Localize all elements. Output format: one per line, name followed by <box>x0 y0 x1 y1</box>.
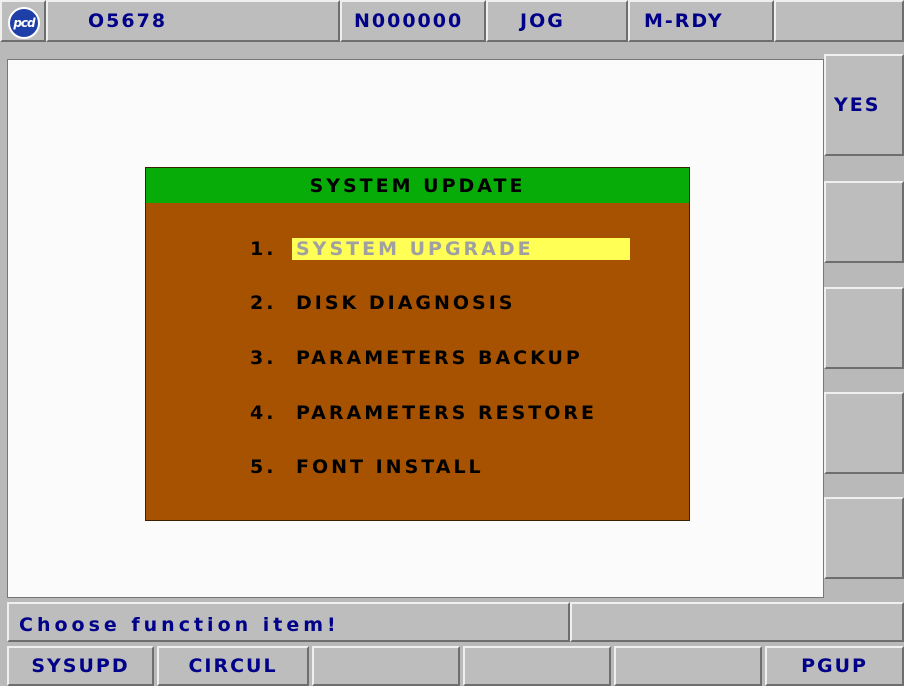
message-line-extra <box>570 602 904 642</box>
menu-item-label: PARAMETERS RESTORE <box>296 402 597 424</box>
softkey-yes[interactable]: YES <box>824 54 904 156</box>
softkey-bottom-3[interactable] <box>312 646 460 686</box>
menu-item-number: 3. <box>250 347 277 369</box>
softkey-right-4[interactable] <box>824 392 904 474</box>
menu-item-number: 2. <box>250 292 277 314</box>
program-number: O5678 <box>46 0 340 42</box>
system-update-dialog: SYSTEM UPDATE 1. SYSTEM UPGRADE 2. DISK … <box>145 167 690 521</box>
menu-item-system-upgrade[interactable]: 1. SYSTEM UPGRADE <box>250 235 630 263</box>
menu-item-parameters-restore[interactable]: 4. PARAMETERS RESTORE <box>250 399 601 427</box>
menu-item-number: 5. <box>250 456 277 478</box>
menu-item-label: DISK DIAGNOSIS <box>296 292 516 314</box>
message-line: Choose function item! <box>7 602 570 642</box>
menu-item-label: FONT INSTALL <box>296 456 484 478</box>
softkey-right-2[interactable] <box>824 181 904 263</box>
machine-status: M-RDY <box>628 0 774 42</box>
dialog-title: SYSTEM UPDATE <box>146 168 689 203</box>
pcd-logo-icon: pcd <box>8 7 40 39</box>
menu-item-number: 4. <box>250 402 277 424</box>
menu-item-label: SYSTEM UPGRADE <box>292 238 630 260</box>
softkey-bottom-5[interactable] <box>614 646 762 686</box>
softkey-bottom-4[interactable] <box>463 646 611 686</box>
menu-item-label: PARAMETERS BACKUP <box>296 347 583 369</box>
softkey-right-3[interactable] <box>824 287 904 369</box>
main-display: SYSTEM UPDATE 1. SYSTEM UPGRADE 2. DISK … <box>7 59 824 598</box>
sequence-number: N000000 <box>340 0 486 42</box>
menu-item-font-install[interactable]: 5. FONT INSTALL <box>250 453 488 481</box>
softkey-circul[interactable]: CIRCUL <box>157 646 309 686</box>
softkey-sysupd[interactable]: SYSUPD <box>7 646 154 686</box>
menu-item-disk-diagnosis[interactable]: 2. DISK DIAGNOSIS <box>250 289 520 317</box>
menu-item-number: 1. <box>250 238 277 260</box>
menu-item-parameters-backup[interactable]: 3. PARAMETERS BACKUP <box>250 344 587 372</box>
mode-indicator: JOG <box>486 0 628 42</box>
header-extra <box>774 0 904 42</box>
softkey-pgup[interactable]: PGUP <box>765 646 904 686</box>
logo-cell: pcd <box>0 0 46 42</box>
softkey-right-5[interactable] <box>824 497 904 579</box>
